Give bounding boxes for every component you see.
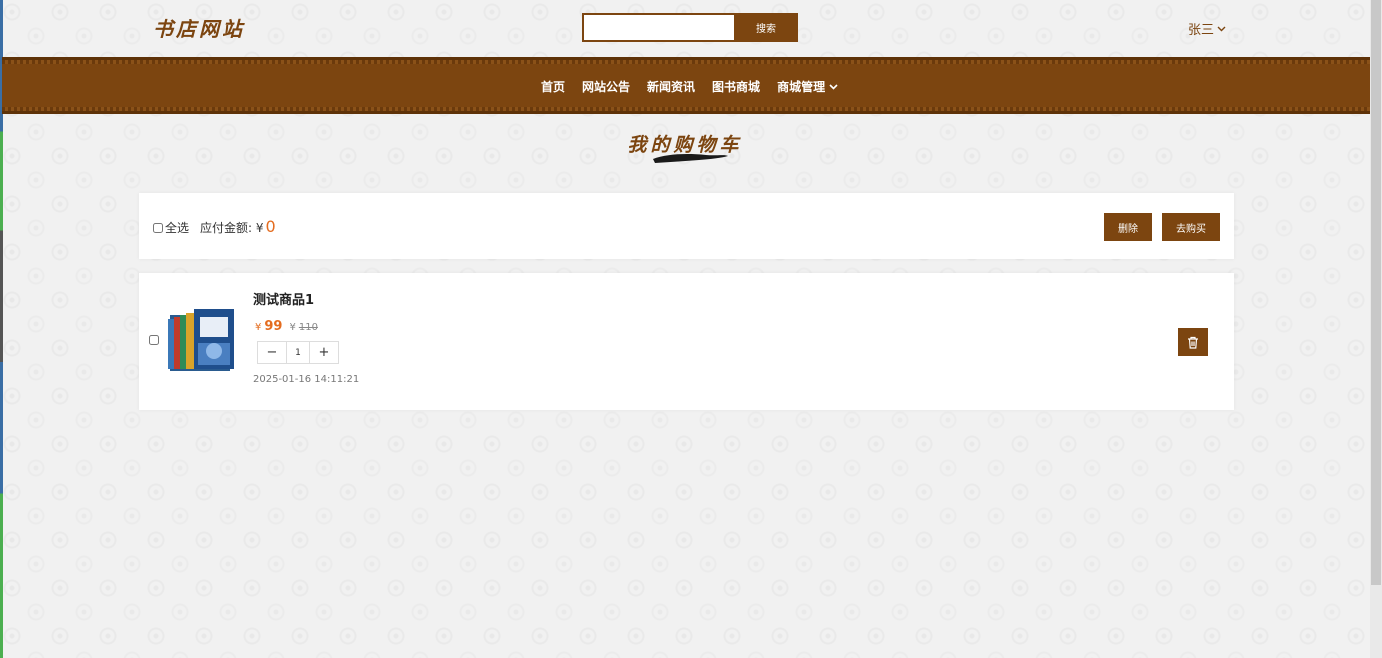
decrease-quantity-button[interactable]: − bbox=[258, 342, 286, 363]
user-name: 张三 bbox=[1188, 23, 1215, 38]
payable-amount-value: 0 bbox=[265, 217, 276, 236]
original-price-currency: ¥ bbox=[289, 322, 296, 333]
payable-amount-label: 应付金额: ¥ bbox=[200, 221, 264, 235]
trash-icon bbox=[1188, 336, 1198, 349]
original-price: 110 bbox=[298, 322, 318, 333]
quantity-value[interactable]: 1 bbox=[286, 342, 310, 363]
select-all-checkbox[interactable] bbox=[153, 222, 163, 233]
nav-item-home[interactable]: 首页 bbox=[541, 78, 565, 95]
checkout-button[interactable]: 去购买 bbox=[1162, 213, 1220, 241]
scrollbar-thumb[interactable] bbox=[1371, 0, 1381, 585]
chevron-down-icon bbox=[829, 83, 838, 90]
main-nav: 首页 网站公告 新闻资讯 图书商城 商城管理 bbox=[2, 57, 1370, 114]
quantity-stepper: − 1 + bbox=[257, 341, 339, 364]
search-input[interactable] bbox=[582, 13, 740, 42]
price-row: ¥ 99 ¥ 110 bbox=[255, 319, 318, 334]
select-all-label: 全选 bbox=[165, 221, 190, 235]
nav-item-news[interactable]: 新闻资讯 bbox=[647, 78, 695, 95]
cart-item: 测试商品1 ¥ 99 ¥ 110 − 1 + 2025-01-16 14:11:… bbox=[139, 273, 1234, 410]
product-image[interactable] bbox=[168, 307, 236, 375]
nav-item-store-management-label: 商城管理 bbox=[777, 80, 826, 94]
site-logo[interactable]: 书店网站 bbox=[153, 13, 245, 42]
nav-items: 首页 网站公告 新闻资讯 图书商城 商城管理 bbox=[541, 78, 855, 95]
payable-amount: 应付金额: ¥ 0 bbox=[200, 217, 276, 236]
item-checkbox[interactable] bbox=[149, 335, 159, 345]
nav-decor-top bbox=[2, 60, 1370, 64]
product-name[interactable]: 测试商品1 bbox=[253, 289, 314, 308]
top-header: 书店网站 搜索 张三 bbox=[0, 0, 1370, 57]
remove-item-button[interactable] bbox=[1178, 328, 1208, 356]
search-bar: 搜索 bbox=[582, 13, 798, 42]
chevron-down-icon bbox=[1217, 26, 1226, 31]
vertical-scrollbar[interactable] bbox=[1370, 0, 1382, 658]
page-title-wrap: 我的购物车 bbox=[0, 130, 1370, 157]
search-button[interactable]: 搜索 bbox=[734, 13, 798, 42]
price-currency: ¥ bbox=[255, 322, 262, 333]
added-time: 2025-01-16 14:11:21 bbox=[253, 374, 360, 385]
nav-item-book-store[interactable]: 图书商城 bbox=[712, 78, 760, 95]
increase-quantity-button[interactable]: + bbox=[310, 342, 338, 363]
current-price: 99 bbox=[264, 319, 283, 334]
nav-item-announcements[interactable]: 网站公告 bbox=[582, 78, 630, 95]
page-title: 我的购物车 bbox=[627, 134, 743, 156]
cart-toolbar: 全选 应付金额: ¥ 0 删除 去购买 bbox=[139, 193, 1234, 259]
select-all[interactable]: 全选 bbox=[153, 219, 189, 236]
nav-item-store-management[interactable]: 商城管理 bbox=[777, 78, 838, 95]
user-menu[interactable]: 张三 bbox=[1188, 19, 1226, 38]
nav-decor-bottom bbox=[2, 107, 1370, 111]
delete-selected-button[interactable]: 删除 bbox=[1104, 213, 1152, 241]
